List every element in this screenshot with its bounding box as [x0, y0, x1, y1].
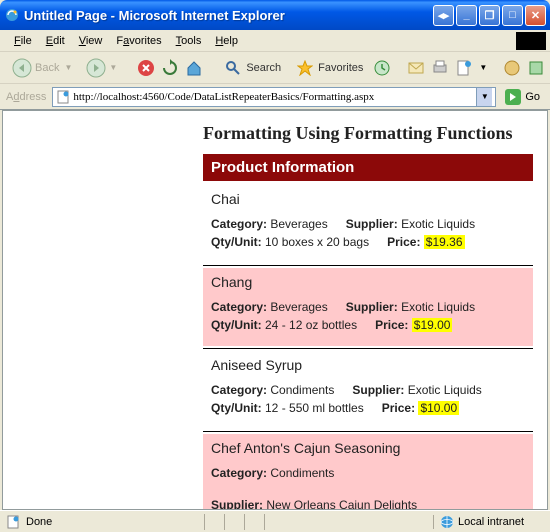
restore-button[interactable]: ❐ [479, 5, 500, 26]
chevron-down-icon[interactable]: ▼ [479, 63, 487, 72]
category-field: Category: Beverages [211, 217, 328, 231]
product-name: Chang [211, 274, 525, 290]
research-icon[interactable] [527, 58, 545, 78]
address-bar: Address ▼ Go [0, 84, 550, 110]
page-icon [56, 90, 70, 104]
close-button[interactable]: ✕ [525, 5, 546, 26]
minimize-button[interactable]: _ [456, 5, 477, 26]
product-item: Chai Category: Beverages Supplier: Exotic … [203, 185, 533, 263]
go-icon [504, 88, 522, 106]
back-label: Back [35, 62, 59, 74]
product-name: Aniseed Syrup [211, 357, 525, 373]
history-icon[interactable] [373, 58, 391, 78]
favorites-button[interactable]: Favorites [291, 56, 367, 80]
discuss-icon[interactable] [503, 58, 521, 78]
divider [203, 431, 533, 432]
menu-edit[interactable]: Edit [40, 33, 71, 49]
chevron-down-icon: ▼ [64, 63, 72, 72]
forward-icon [86, 58, 106, 78]
url-dropdown[interactable]: ▼ [476, 88, 492, 106]
divider [203, 348, 533, 349]
address-label: Address [6, 91, 46, 103]
product-name: Chai [211, 191, 525, 207]
product-item: Chang Category: Beverages Supplier: Exotic… [203, 268, 533, 346]
status-segments [204, 514, 282, 530]
product-name: Chef Anton's Cajun Seasoning [211, 440, 525, 456]
maximize-button[interactable]: □ [502, 5, 523, 26]
status-bar: Done Local intranet [0, 510, 550, 532]
chevron-down-icon: ▼ [109, 63, 117, 72]
back-icon [12, 58, 32, 78]
print-icon[interactable] [431, 58, 449, 78]
stop-icon[interactable] [137, 58, 155, 78]
menu-bar: File Edit View Favorites Tools Help [0, 30, 550, 52]
price-field: Price: $19.00 [375, 318, 452, 332]
search-icon [223, 58, 243, 78]
qty-field: Qty/Unit: 24 - 12 oz bottles [211, 318, 357, 332]
supplier-field: Supplier: Exotic Liquids [352, 383, 481, 397]
browser-viewport[interactable]: Formatting Using Formatting Functions Pr… [2, 110, 548, 510]
url-input[interactable] [73, 91, 476, 103]
supplier-field: Supplier: Exotic Liquids [346, 300, 475, 314]
forward-button[interactable]: ▼ [82, 56, 121, 80]
price-field: Price: $10.00 [382, 401, 459, 415]
section-header: Product Information [203, 154, 533, 181]
intranet-icon [440, 515, 454, 529]
ie-icon [4, 7, 20, 23]
ie-brand-logo [516, 32, 546, 50]
url-field[interactable]: ▼ [52, 87, 496, 107]
reverse-button[interactable]: ◂▸ [433, 5, 454, 26]
menu-file[interactable]: File [8, 33, 38, 49]
divider [203, 265, 533, 266]
category-field: Category: Condiments [211, 466, 334, 480]
qty-field: Qty/Unit: 10 boxes x 20 bags [211, 235, 369, 249]
page-heading: Formatting Using Formatting Functions [203, 123, 533, 144]
menu-favorites[interactable]: Favorites [110, 33, 167, 49]
back-button[interactable]: Back ▼ [8, 56, 76, 80]
window-title: Untitled Page - Microsoft Internet Explo… [24, 8, 433, 23]
menu-help[interactable]: Help [209, 33, 244, 49]
toolbar: Back ▼ ▼ Search Favorites ▼ [0, 52, 550, 84]
go-label: Go [525, 91, 540, 103]
product-item: Chef Anton's Cajun Seasoning Category: Co… [203, 434, 533, 510]
page-status-icon [6, 515, 20, 529]
supplier-field: Supplier: Exotic Liquids [346, 217, 475, 231]
search-button[interactable]: Search [219, 56, 285, 80]
status-text: Done [26, 516, 52, 528]
home-icon[interactable] [185, 58, 203, 78]
mail-icon[interactable] [407, 58, 425, 78]
refresh-icon[interactable] [161, 58, 179, 78]
favorites-label: Favorites [318, 62, 363, 74]
edit-icon[interactable] [455, 58, 473, 78]
star-icon [295, 58, 315, 78]
menu-tools[interactable]: Tools [170, 33, 208, 49]
category-field: Category: Beverages [211, 300, 328, 314]
go-button[interactable]: Go [500, 86, 544, 108]
menu-view[interactable]: View [73, 33, 109, 49]
product-item: Aniseed Syrup Category: Condiments Supplie… [203, 351, 533, 429]
window-controls: ◂▸ _ ❐ □ ✕ [433, 5, 546, 26]
window-titlebar: Untitled Page - Microsoft Internet Explo… [0, 0, 550, 30]
qty-field: Qty/Unit: 12 - 550 ml bottles [211, 401, 364, 415]
price-field: Price: $19.36 [387, 235, 464, 249]
search-label: Search [246, 62, 281, 74]
zone-label: Local intranet [458, 516, 524, 528]
security-zone: Local intranet [433, 515, 544, 529]
supplier-field: Supplier: New Orleans Cajun Delights [211, 498, 417, 510]
category-field: Category: Condiments [211, 383, 334, 397]
